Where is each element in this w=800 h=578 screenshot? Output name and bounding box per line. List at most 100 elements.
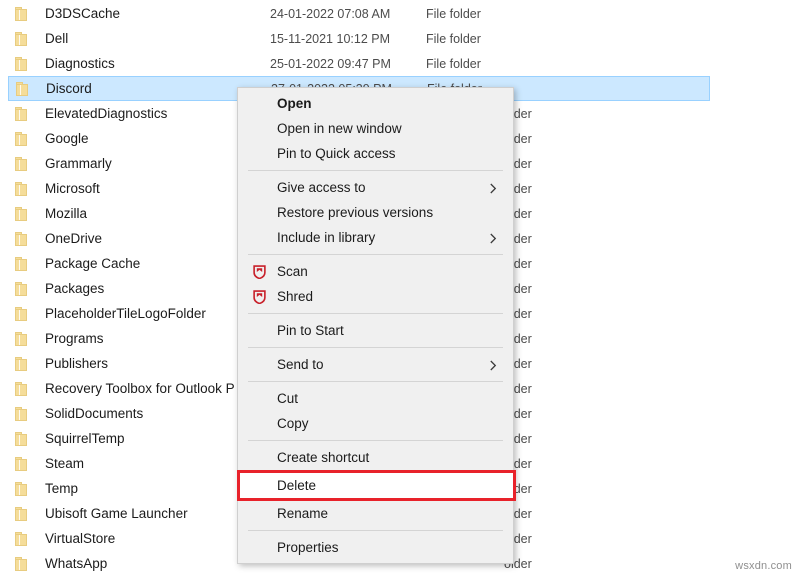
menu-item-include-in-library[interactable]: Include in library — [238, 225, 513, 250]
menu-item-label: Cut — [277, 391, 298, 406]
folder-icon — [15, 57, 27, 71]
menu-item-label: Properties — [277, 540, 339, 555]
menu-item-create-shortcut[interactable]: Create shortcut — [238, 445, 513, 470]
menu-separator — [248, 170, 503, 171]
chevron-right-icon — [489, 232, 499, 244]
folder-icon — [15, 232, 27, 246]
menu-separator — [248, 347, 503, 348]
menu-item-give-access-to[interactable]: Give access to — [238, 175, 513, 200]
folder-icon — [15, 157, 27, 171]
file-name: Mozilla — [45, 206, 87, 221]
folder-icon — [15, 382, 27, 396]
file-name: Programs — [45, 331, 104, 346]
menu-item-label: Scan — [277, 264, 308, 279]
menu-item-label: Delete — [277, 478, 316, 493]
folder-icon — [15, 332, 27, 346]
menu-item-pin-to-quick-access[interactable]: Pin to Quick access — [238, 141, 513, 166]
file-name: Google — [45, 131, 89, 146]
file-name: OneDrive — [45, 231, 102, 246]
menu-item-scan[interactable]: Scan — [238, 259, 513, 284]
folder-icon — [16, 82, 28, 96]
chevron-right-icon — [489, 359, 499, 371]
watermark: wsxdn.com — [735, 560, 792, 572]
menu-item-label: Open — [277, 96, 312, 111]
folder-icon — [15, 32, 27, 46]
file-name: Ubisoft Game Launcher — [45, 506, 188, 521]
file-name: Temp — [45, 481, 78, 496]
file-name: Discord — [46, 81, 92, 96]
menu-separator — [248, 440, 503, 441]
folder-icon — [15, 107, 27, 121]
folder-icon — [15, 407, 27, 421]
file-date: 15-11-2021 10:12 PM — [270, 32, 390, 46]
file-name: Package Cache — [45, 256, 140, 271]
file-name: D3DSCache — [45, 6, 120, 21]
file-name: Recovery Toolbox for Outlook P — [45, 381, 235, 396]
file-type: File folder — [426, 7, 481, 21]
file-type: File folder — [426, 32, 481, 46]
folder-icon — [15, 207, 27, 221]
file-name: Steam — [45, 456, 84, 471]
file-name: ElevatedDiagnostics — [45, 106, 167, 121]
shield-icon — [251, 264, 267, 280]
file-row[interactable]: Dell 15-11-2021 10:12 PM File folder — [8, 26, 710, 51]
menu-item-label: Rename — [277, 506, 328, 521]
file-row[interactable]: Diagnostics 25-01-2022 09:47 PM File folde… — [8, 51, 710, 76]
folder-icon — [15, 457, 27, 471]
folder-icon — [15, 532, 27, 546]
folder-icon — [15, 307, 27, 321]
menu-item-cut[interactable]: Cut — [238, 386, 513, 411]
file-row[interactable]: D3DSCache 24-01-2022 07:08 AM File folder — [8, 1, 710, 26]
file-name: PlaceholderTileLogoFolder — [45, 306, 206, 321]
menu-item-copy[interactable]: Copy — [238, 411, 513, 436]
chevron-right-icon — [489, 182, 499, 194]
file-name: Microsoft — [45, 181, 100, 196]
menu-item-label: Shred — [277, 289, 313, 304]
menu-separator — [248, 530, 503, 531]
menu-item-pin-to-start[interactable]: Pin to Start — [238, 318, 513, 343]
menu-item-open[interactable]: Open — [238, 91, 513, 116]
folder-icon — [15, 182, 27, 196]
file-name: SquirrelTemp — [45, 431, 125, 446]
menu-item-label: Copy — [277, 416, 309, 431]
menu-item-label: Create shortcut — [277, 450, 369, 465]
folder-icon — [15, 432, 27, 446]
file-name: Diagnostics — [45, 56, 115, 71]
context-menu[interactable]: Open Open in new window Pin to Quick acces… — [237, 87, 514, 564]
menu-item-properties[interactable]: Properties — [238, 535, 513, 560]
file-name: Publishers — [45, 356, 108, 371]
menu-item-label: Include in library — [277, 230, 375, 245]
menu-separator — [248, 254, 503, 255]
menu-item-open-in-new-window[interactable]: Open in new window — [238, 116, 513, 141]
shield-icon — [251, 289, 267, 305]
menu-item-shred[interactable]: Shred — [238, 284, 513, 309]
screenshot-root: D3DSCache24-01-2022 07:08 AMFile folderD… — [0, 0, 800, 578]
folder-icon — [15, 557, 27, 571]
menu-item-label: Pin to Start — [277, 323, 344, 338]
file-name: Grammarly — [45, 156, 112, 171]
menu-item-rename[interactable]: Rename — [238, 501, 513, 526]
file-name: SolidDocuments — [45, 406, 143, 421]
folder-icon — [15, 507, 27, 521]
file-name: VirtualStore — [45, 531, 115, 546]
folder-icon — [15, 482, 27, 496]
menu-item-send-to[interactable]: Send to — [238, 352, 513, 377]
menu-separator — [248, 381, 503, 382]
folder-icon — [15, 132, 27, 146]
file-name: Dell — [45, 31, 68, 46]
file-date: 25-01-2022 09:47 PM — [270, 57, 391, 71]
folder-icon — [15, 357, 27, 371]
menu-item-restore-previous-versions[interactable]: Restore previous versions — [238, 200, 513, 225]
menu-separator — [248, 313, 503, 314]
file-type: File folder — [426, 57, 481, 71]
file-date: 24-01-2022 07:08 AM — [270, 7, 390, 21]
folder-icon — [15, 282, 27, 296]
menu-item-label: Send to — [277, 357, 324, 372]
menu-item-label: Restore previous versions — [277, 205, 433, 220]
folder-icon — [15, 7, 27, 21]
folder-icon — [15, 257, 27, 271]
file-name: WhatsApp — [45, 556, 107, 571]
menu-item-delete[interactable]: Delete — [237, 470, 516, 501]
file-name: Packages — [45, 281, 104, 296]
menu-item-label: Pin to Quick access — [277, 146, 396, 161]
